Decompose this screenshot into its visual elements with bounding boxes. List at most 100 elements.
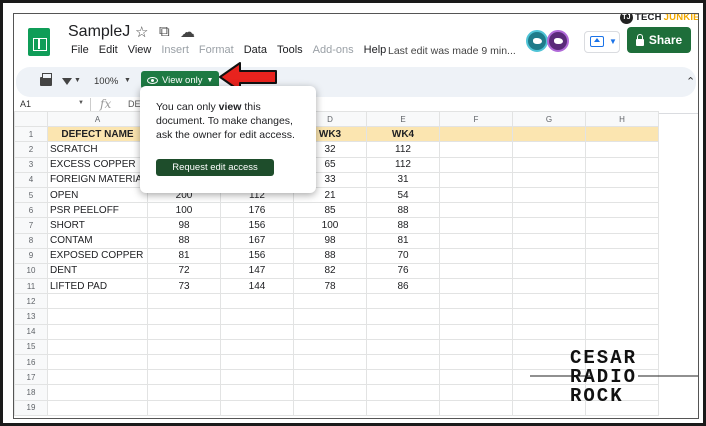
formula-input[interactable]: DE (128, 99, 141, 109)
cell-g4[interactable] (512, 171, 586, 188)
cell-g10[interactable] (512, 262, 586, 280)
cell-e15[interactable] (366, 338, 440, 356)
cell-d11[interactable]: 78 (293, 278, 367, 295)
cell-h12[interactable] (585, 293, 659, 310)
cell-f14[interactable] (439, 323, 513, 340)
cell-h3[interactable] (585, 156, 659, 173)
cell-c9[interactable]: 156 (220, 247, 294, 264)
cell-f16[interactable] (439, 353, 513, 371)
cell-g12[interactable] (512, 293, 586, 310)
row-header[interactable]: 17 (14, 369, 48, 386)
cell-b15[interactable] (147, 338, 221, 356)
name-box[interactable]: A1 (20, 99, 31, 109)
cell-c14[interactable] (220, 323, 294, 340)
cell-b12[interactable] (147, 293, 221, 310)
cell-e3[interactable]: 112 (366, 156, 440, 173)
cell-d17[interactable] (293, 369, 367, 386)
cell-a9[interactable]: EXPOSED COPPER (47, 247, 148, 264)
cell-e6[interactable]: 88 (366, 202, 440, 219)
cell-a11[interactable]: LIFTED PAD (47, 278, 148, 295)
cell-c17[interactable] (220, 369, 294, 386)
cell-e19[interactable] (366, 399, 440, 416)
cell-a6[interactable]: PSR PEELOFF (47, 202, 148, 219)
menu-item-edit[interactable]: Edit (94, 44, 123, 56)
cell-a19[interactable] (47, 399, 148, 416)
cell-b19[interactable] (147, 399, 221, 416)
cell-f18[interactable] (439, 384, 513, 401)
row-header[interactable]: 19 (14, 399, 48, 416)
cell-a1[interactable]: DEFECT NAME (47, 126, 148, 143)
cell-a10[interactable]: DENT (47, 262, 148, 280)
cell-f12[interactable] (439, 293, 513, 310)
row-header[interactable]: 14 (14, 323, 48, 340)
chevron-up-icon[interactable]: ⌃ (686, 75, 695, 88)
cell-g8[interactable] (512, 232, 586, 249)
cell-e11[interactable]: 86 (366, 278, 440, 295)
cell-g7[interactable] (512, 217, 586, 234)
chevron-down-icon[interactable]: ▼ (78, 100, 84, 106)
document-title[interactable]: SampleJ (68, 23, 130, 41)
row-header[interactable]: 12 (14, 293, 48, 310)
cell-d18[interactable] (293, 384, 367, 401)
cell-f7[interactable] (439, 217, 513, 234)
menu-item-tools[interactable]: Tools (272, 44, 308, 56)
filter-icon[interactable] (62, 78, 72, 85)
row-header[interactable]: 6 (14, 202, 48, 219)
menu-item-file[interactable]: File (66, 44, 94, 56)
cell-h6[interactable] (585, 202, 659, 219)
cell-h13[interactable] (585, 308, 659, 325)
chevron-down-icon[interactable]: ▼ (124, 77, 131, 84)
cell-f11[interactable] (439, 278, 513, 295)
cell-f10[interactable] (439, 262, 513, 280)
cell-b11[interactable]: 73 (147, 278, 221, 295)
zoom-select[interactable]: 100% (94, 76, 118, 87)
cell-f13[interactable] (439, 308, 513, 325)
row-header[interactable]: 3 (14, 156, 48, 173)
cell-b14[interactable] (147, 323, 221, 340)
row-header[interactable]: 13 (14, 308, 48, 325)
cell-h5[interactable] (585, 186, 659, 204)
cell-e14[interactable] (366, 323, 440, 340)
cell-d19[interactable] (293, 399, 367, 416)
cell-e16[interactable] (366, 353, 440, 371)
cell-c18[interactable] (220, 384, 294, 401)
row-header[interactable]: 16 (14, 353, 48, 371)
cell-b13[interactable] (147, 308, 221, 325)
select-all-corner[interactable] (14, 111, 48, 128)
cell-f9[interactable] (439, 247, 513, 264)
cell-h14[interactable] (585, 323, 659, 340)
cell-h7[interactable] (585, 217, 659, 234)
cell-e13[interactable] (366, 308, 440, 325)
cell-g9[interactable] (512, 247, 586, 264)
cell-a16[interactable] (47, 353, 148, 371)
row-header[interactable]: 9 (14, 247, 48, 264)
menu-item-help[interactable]: Help (359, 44, 392, 56)
cloud-status-icon[interactable]: ☁ (180, 23, 195, 41)
cell-c12[interactable] (220, 293, 294, 310)
cell-h10[interactable] (585, 262, 659, 280)
cell-c6[interactable]: 176 (220, 202, 294, 219)
menu-item-view[interactable]: View (123, 44, 157, 56)
cell-d6[interactable]: 85 (293, 202, 367, 219)
column-header-h[interactable]: H (585, 111, 659, 128)
cell-a15[interactable] (47, 338, 148, 356)
cell-d16[interactable] (293, 353, 367, 371)
cell-d8[interactable]: 98 (293, 232, 367, 249)
cell-g6[interactable] (512, 202, 586, 219)
cell-f1[interactable] (439, 126, 513, 143)
cell-h1[interactable] (585, 126, 659, 143)
row-header[interactable]: 10 (14, 262, 48, 280)
cell-a13[interactable] (47, 308, 148, 325)
cell-e4[interactable]: 31 (366, 171, 440, 188)
row-header[interactable]: 7 (14, 217, 48, 234)
cell-g1[interactable] (512, 126, 586, 143)
cell-b16[interactable] (147, 353, 221, 371)
print-icon[interactable] (40, 73, 52, 86)
cell-h11[interactable] (585, 278, 659, 295)
cell-e12[interactable] (366, 293, 440, 310)
collaborator-avatar[interactable] (547, 30, 569, 52)
request-edit-access-button[interactable]: Request edit access (156, 159, 274, 176)
cell-e18[interactable] (366, 384, 440, 401)
cell-f15[interactable] (439, 338, 513, 356)
cell-f2[interactable] (439, 141, 513, 158)
